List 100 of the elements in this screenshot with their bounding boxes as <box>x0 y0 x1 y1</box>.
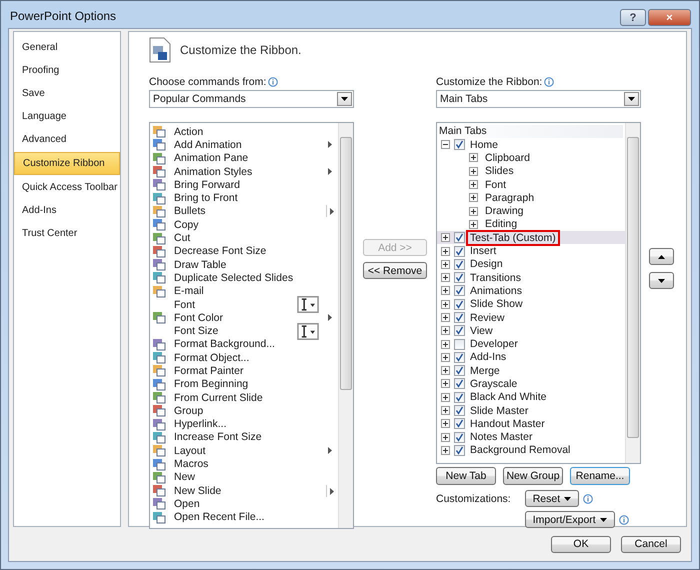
command-item[interactable]: Macros <box>150 457 338 471</box>
command-item[interactable]: Decrease Font Size <box>150 244 338 258</box>
sidebar-item[interactable]: Quick Access Toolbar <box>14 176 120 199</box>
checkbox[interactable] <box>454 298 465 310</box>
tree-item[interactable]: Handout Master <box>437 417 625 431</box>
command-item[interactable]: Animation Pane <box>150 152 338 165</box>
tree-item[interactable]: Background Removal <box>437 444 625 458</box>
expand-icon[interactable] <box>441 446 450 455</box>
tree-item[interactable]: Black And White <box>437 390 625 404</box>
expand-icon[interactable] <box>441 313 450 322</box>
expand-icon[interactable] <box>441 340 450 349</box>
tree-item[interactable]: Merge <box>437 364 625 378</box>
expand-icon[interactable] <box>441 286 450 296</box>
expand-icon[interactable] <box>441 379 450 388</box>
command-item[interactable]: Format Painter <box>150 364 338 378</box>
checkbox[interactable] <box>454 272 465 284</box>
sidebar-item[interactable]: Customize Ribbon <box>14 152 120 175</box>
scrollbar[interactable] <box>338 123 353 528</box>
expand-icon[interactable] <box>441 273 450 282</box>
command-item[interactable]: Font Size <box>150 324 338 338</box>
command-item[interactable]: Copy <box>150 218 338 232</box>
expand-icon[interactable] <box>441 260 450 269</box>
tree-item[interactable]: Drawing <box>437 204 625 218</box>
commands-dropdown[interactable]: Popular Commands <box>149 90 354 108</box>
checkbox[interactable] <box>454 352 465 363</box>
collapse-icon[interactable] <box>441 140 450 150</box>
tree-item[interactable]: Paragraph <box>437 191 625 204</box>
expand-icon[interactable] <box>441 419 450 428</box>
command-item[interactable]: Hyperlink... <box>150 418 338 431</box>
scrollbar[interactable] <box>625 123 640 463</box>
expand-icon[interactable] <box>441 432 450 442</box>
move-down-button[interactable] <box>649 272 674 289</box>
move-up-button[interactable] <box>649 248 674 265</box>
command-item[interactable]: Open Recent File... <box>150 510 338 524</box>
tree-item[interactable]: Developer <box>437 337 625 351</box>
command-item[interactable]: Add Animation <box>150 138 338 152</box>
checkbox[interactable] <box>454 232 465 244</box>
tree-item[interactable]: Grayscale <box>437 377 625 391</box>
command-item[interactable]: New Slide <box>150 484 338 498</box>
expand-icon[interactable] <box>469 153 478 162</box>
sidebar-item[interactable]: Add-Ins <box>14 199 120 222</box>
command-item[interactable]: Action <box>150 125 338 138</box>
command-item[interactable]: Open <box>150 497 338 511</box>
tree-item[interactable]: Notes Master <box>437 430 625 444</box>
expand-icon[interactable] <box>469 220 478 229</box>
command-item[interactable]: Cut <box>150 231 338 245</box>
expand-icon[interactable] <box>441 300 450 309</box>
command-item[interactable]: From Current Slide <box>150 390 338 404</box>
command-item[interactable]: Bring Forward <box>150 178 338 192</box>
tree-item[interactable]: Review <box>437 310 625 324</box>
tree-item[interactable]: Test-Tab (Custom) <box>437 231 625 244</box>
ok-button[interactable]: OK <box>551 536 611 552</box>
tree-item[interactable]: Add-Ins <box>437 350 625 364</box>
remove-button[interactable]: << Remove <box>363 262 427 279</box>
command-item[interactable]: Bring to Front <box>150 191 338 205</box>
rename-button[interactable]: Rename... <box>570 467 630 485</box>
command-item[interactable]: New <box>150 470 338 484</box>
tree-item[interactable]: Slide Master <box>437 404 625 418</box>
help-button[interactable]: ? <box>620 9 646 26</box>
expand-icon[interactable] <box>469 180 478 190</box>
tree-item[interactable]: Insert <box>437 244 625 258</box>
new-group-button[interactable]: New Group <box>503 467 563 485</box>
command-item[interactable]: Format Object... <box>150 351 338 364</box>
command-item[interactable]: Format Background... <box>150 338 338 352</box>
command-item[interactable]: Duplicate Selected Slides <box>150 271 338 285</box>
checkbox[interactable] <box>454 365 465 376</box>
checkbox[interactable] <box>454 338 465 350</box>
tree-item[interactable]: Slides <box>437 164 625 178</box>
tree-item[interactable]: Transitions <box>437 270 625 284</box>
tree-item[interactable]: Home <box>437 138 625 152</box>
expand-icon[interactable] <box>469 193 478 202</box>
expand-icon[interactable] <box>441 233 450 242</box>
sidebar-item[interactable]: Save <box>14 82 120 105</box>
tree-item[interactable]: Animations <box>437 284 625 298</box>
expand-icon[interactable] <box>441 392 450 402</box>
tree-item[interactable]: Font <box>437 178 625 192</box>
reset-button[interactable]: Reset <box>524 490 580 507</box>
cancel-button[interactable]: Cancel <box>621 536 681 552</box>
command-item[interactable]: Animation Styles <box>150 164 338 178</box>
tree-item[interactable]: Design <box>437 258 625 271</box>
tree-item[interactable]: View <box>437 324 625 338</box>
checkbox[interactable] <box>454 444 465 456</box>
checkbox[interactable] <box>454 418 465 430</box>
import-export-button[interactable]: Import/Export <box>524 511 615 528</box>
checkbox[interactable] <box>454 312 465 323</box>
expand-icon[interactable] <box>441 352 450 362</box>
command-item[interactable]: Draw Table <box>150 258 338 272</box>
sidebar-item[interactable]: General <box>14 36 120 59</box>
checkbox[interactable] <box>454 285 465 296</box>
checkbox[interactable] <box>454 405 465 416</box>
expand-icon[interactable] <box>469 166 478 176</box>
command-item[interactable]: Font <box>150 298 338 312</box>
tree-item[interactable]: Clipboard <box>437 151 625 165</box>
new-tab-button[interactable]: New Tab <box>436 467 496 485</box>
checkbox[interactable] <box>454 432 465 443</box>
sidebar-item[interactable]: Proofing <box>14 59 120 82</box>
command-item[interactable]: Bullets <box>150 204 338 218</box>
tree-item[interactable]: Editing <box>437 218 625 232</box>
sidebar-item[interactable]: Language <box>14 105 120 128</box>
tree-item[interactable]: Slide Show <box>437 298 625 311</box>
